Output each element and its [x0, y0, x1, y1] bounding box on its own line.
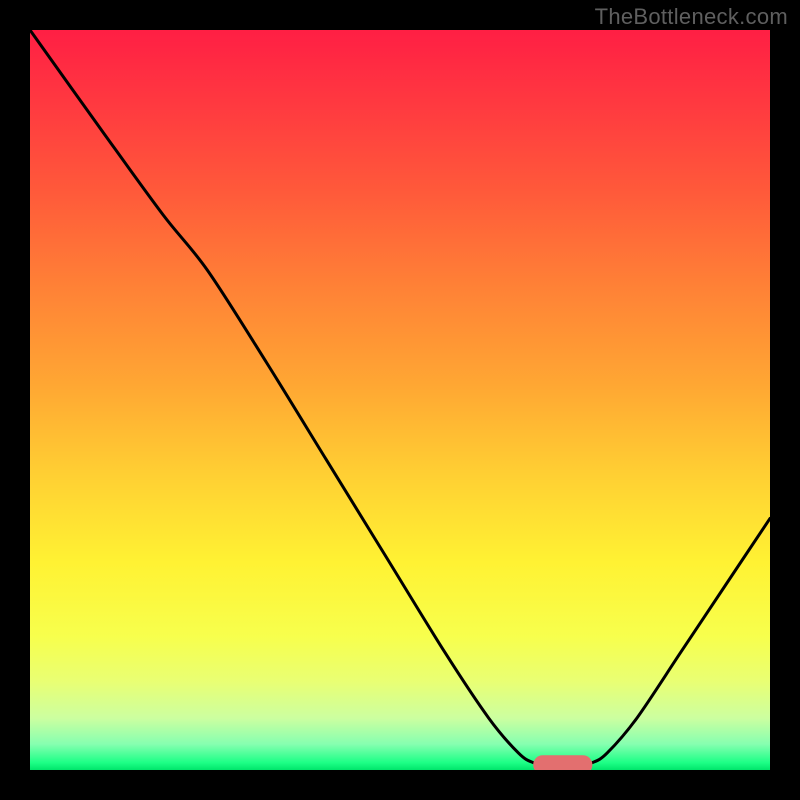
plot-svg	[30, 30, 770, 770]
optimal-marker	[533, 755, 592, 770]
chart-container: TheBottleneck.com	[0, 0, 800, 800]
plot-background	[30, 30, 770, 770]
watermark-text: TheBottleneck.com	[595, 4, 788, 30]
bottleneck-plot	[30, 30, 770, 770]
